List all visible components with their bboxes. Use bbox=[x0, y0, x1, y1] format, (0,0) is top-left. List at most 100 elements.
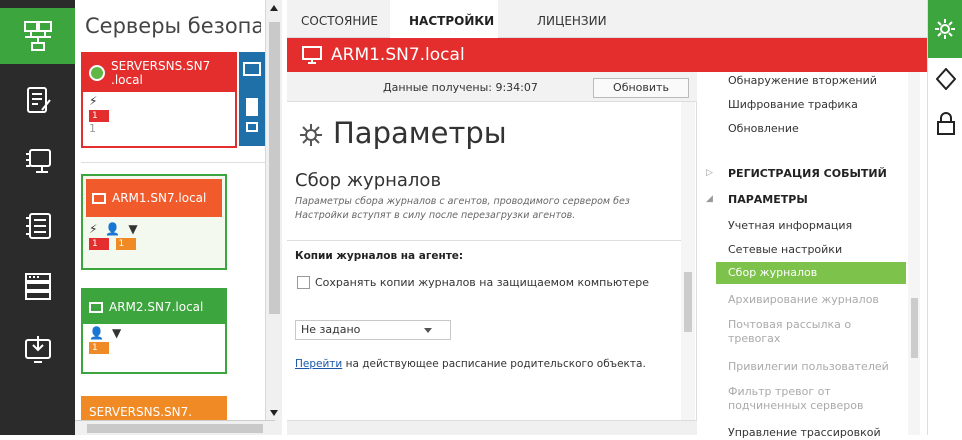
network-nav-button[interactable] bbox=[0, 8, 75, 64]
right-toolbar bbox=[927, 0, 962, 435]
settings-content: Данные получены: 9:34:07 Обновить Параме… bbox=[287, 72, 697, 420]
server-card-sidebar bbox=[239, 52, 265, 146]
server-icon bbox=[246, 98, 258, 116]
tree-scrollbar[interactable] bbox=[908, 72, 920, 435]
tree-item-account-info[interactable]: Учетная информация bbox=[728, 219, 852, 233]
secondary-count: 1 bbox=[89, 122, 96, 135]
monitor-icon bbox=[89, 301, 103, 313]
server-name: SERVERSNS.SN7. bbox=[89, 405, 193, 419]
download-nav-button[interactable] bbox=[0, 320, 75, 376]
left-navigation bbox=[0, 0, 75, 435]
copies-label: Копии журналов на агенте: bbox=[295, 250, 464, 262]
hscroll-thumb[interactable] bbox=[87, 424, 263, 433]
panel-title: Серверы безопаснос bbox=[85, 14, 261, 38]
server-panel-scrollbar[interactable] bbox=[265, 0, 282, 435]
goto-link[interactable]: Перейти bbox=[295, 358, 342, 370]
status-icons: ⚡👤▼ bbox=[89, 222, 146, 236]
tree-item-parameters[interactable]: ПАРАМЕТРЫ bbox=[728, 193, 808, 207]
tree-item-network-settings[interactable]: Сетевые настройки bbox=[728, 243, 842, 257]
rack-nav-button[interactable] bbox=[0, 258, 75, 314]
tree-item-alert-filter[interactable]: Фильтр тревог от подчиненных серверов bbox=[728, 385, 863, 413]
content-scrollbar[interactable] bbox=[681, 102, 695, 420]
tab-settings[interactable]: НАСТРОЙКИ bbox=[409, 14, 494, 28]
server-card-body: ⚡ 1 1 bbox=[83, 92, 235, 137]
settings-tree: Обнаружение вторжений Шифрование трафика… bbox=[698, 72, 927, 439]
expand-arrow-icon[interactable]: ▷ bbox=[706, 168, 713, 178]
goto-parent-schedule: Перейти на действующее расписание родите… bbox=[295, 358, 646, 370]
save-copies-label[interactable]: Сохранять копии журналов на защищаемом к… bbox=[315, 276, 649, 289]
settings-toolbar-button[interactable] bbox=[928, 0, 962, 58]
tree-item-label: тревогах bbox=[728, 332, 781, 345]
alert-count: 1 bbox=[89, 110, 109, 122]
tree-scroll-thumb[interactable] bbox=[911, 298, 918, 358]
lock-settings-icon[interactable] bbox=[936, 112, 956, 136]
server-card-header: ARM2.SN7.local bbox=[83, 290, 225, 324]
schedule-select[interactable]: Не задано bbox=[295, 320, 451, 340]
rack-icon bbox=[24, 273, 51, 300]
computer-settings-icon bbox=[25, 149, 51, 173]
diamond-nav-icon[interactable] bbox=[936, 68, 956, 90]
info-bar: Данные получены: 9:34:07 Обновить bbox=[287, 72, 697, 102]
schedule-select-value: Не задано bbox=[301, 323, 361, 336]
section-description: Параметры сбора журналов с агентов, пров… bbox=[295, 195, 685, 223]
tab-bar: СОСТОЯНИЕ НАСТРОЙКИ ЛИЦЕНЗИИ bbox=[287, 0, 927, 38]
settings-gear-icon bbox=[935, 19, 955, 39]
section-description-line: Настройки вступят в силу после перезагру… bbox=[295, 210, 576, 221]
save-copies-checkbox[interactable] bbox=[297, 276, 310, 289]
server-card-arm1[interactable]: ARM1.SN7.local ⚡👤▼ 1 1 bbox=[81, 174, 227, 270]
network-icon bbox=[23, 21, 52, 51]
computer-title: ARM1.SN7.local bbox=[331, 45, 465, 65]
server-name: SERVERSNS.SN7 .local bbox=[111, 59, 211, 87]
content-scroll-thumb[interactable] bbox=[684, 272, 692, 332]
server-panel-hscrollbar[interactable] bbox=[75, 420, 275, 435]
scroll-thumb[interactable] bbox=[269, 22, 280, 314]
page-title: Параметры bbox=[333, 116, 507, 150]
refresh-button[interactable]: Обновить bbox=[593, 78, 689, 98]
tree-item-label: Почтовая рассылка о bbox=[728, 318, 852, 331]
server-card-body: 👤▼ 1 bbox=[83, 324, 225, 356]
server-card-body: ⚡👤▼ 1 1 bbox=[83, 220, 225, 252]
parameters-icon bbox=[300, 124, 322, 146]
tab-licenses[interactable]: ЛИЦЕНЗИИ bbox=[537, 14, 607, 28]
content-hscrollbar[interactable] bbox=[287, 420, 697, 435]
server-card-header: ARM1.SN7.local bbox=[86, 179, 222, 217]
server-card-arm2[interactable]: ARM2.SN7.local 👤▼ 1 bbox=[81, 288, 227, 374]
server-card-serversns[interactable]: SERVERSNS.SN7 .local ⚡ 1 1 bbox=[81, 52, 237, 148]
alert-bolt-icon: ⚡ bbox=[89, 94, 98, 108]
server-name: ARM1.SN7.local bbox=[112, 191, 207, 205]
power-icon bbox=[89, 65, 105, 81]
server-card-header: SERVERSNS.SN7 .local bbox=[83, 54, 235, 92]
server-panel: Серверы безопаснос SERVERSNS.SN7 .local … bbox=[75, 0, 285, 435]
section-title: Сбор журналов bbox=[295, 170, 442, 191]
tree-item-label: подчиненных серверов bbox=[728, 399, 864, 412]
tree-item-event-logging[interactable]: РЕГИСТРАЦИЯ СОБЫТИЙ bbox=[728, 167, 887, 181]
collapse-arrow-icon[interactable]: ◢ bbox=[706, 194, 713, 204]
data-received-label: Данные получены: 9:34:07 bbox=[383, 81, 538, 94]
log-icon bbox=[26, 87, 51, 113]
tree-item-intrusion-detection[interactable]: Обнаружение вторжений bbox=[728, 74, 877, 88]
scroll-up-arrow-icon[interactable] bbox=[270, 5, 278, 11]
monitor-icon bbox=[92, 192, 106, 204]
server-list-icon bbox=[25, 213, 51, 239]
tree-item-trace-management[interactable]: Управление трассировкой bbox=[728, 426, 881, 440]
server-list-nav-button[interactable] bbox=[0, 198, 75, 254]
section-description-line: Параметры сбора журналов с агентов, пров… bbox=[295, 196, 630, 207]
tree-item-log-collection[interactable]: Сбор журналов bbox=[716, 262, 906, 284]
goto-text: на действующее расписание родительского … bbox=[342, 358, 646, 370]
server-name: ARM2.SN7.local bbox=[109, 300, 204, 314]
tree-item-traffic-encryption[interactable]: Шифрование трафика bbox=[728, 98, 858, 112]
log-nav-button[interactable] bbox=[0, 72, 75, 128]
monitor-icon bbox=[243, 62, 261, 76]
tree-item-log-archiving[interactable]: Архивирование журналов bbox=[728, 293, 879, 307]
monitor-small-icon bbox=[246, 122, 258, 132]
computer-settings-nav-button[interactable] bbox=[0, 134, 75, 190]
tree-item-alert-mailing[interactable]: Почтовая рассылка о тревогах bbox=[728, 318, 851, 346]
tree-item-user-privileges[interactable]: Привилегии пользователей bbox=[728, 360, 889, 374]
computer-icon bbox=[302, 46, 322, 64]
card-divider bbox=[81, 162, 265, 163]
scroll-down-arrow-icon[interactable] bbox=[270, 410, 278, 416]
tab-state[interactable]: СОСТОЯНИЕ bbox=[301, 14, 378, 28]
download-icon bbox=[24, 336, 51, 363]
tree-item-update[interactable]: Обновление bbox=[728, 122, 799, 136]
chevron-down-icon bbox=[424, 328, 432, 333]
